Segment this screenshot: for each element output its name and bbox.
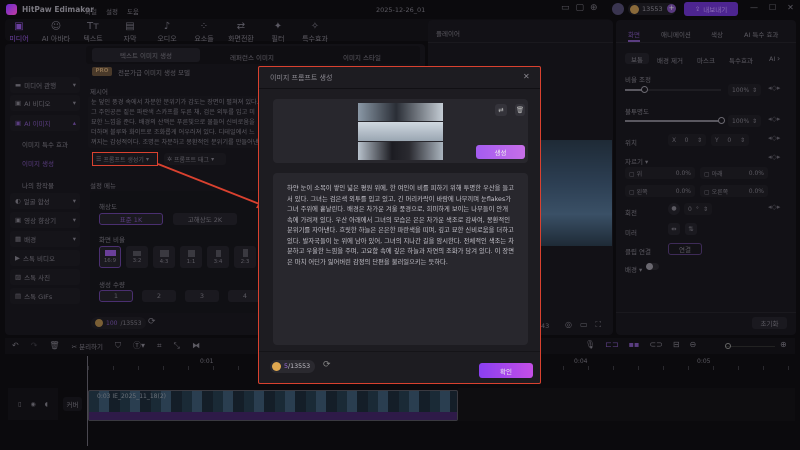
refresh-icon[interactable]: ⟳ [323, 360, 331, 370]
reference-image [358, 103, 443, 160]
credit-usage: 5/13553 [270, 360, 316, 373]
image-prompt-modal: 이미지 프롬프트 생성 ✕ ⇄ 🗑 생성 하얀 눈이 소복이 쌓인 넓은 평원 … [258, 66, 541, 384]
close-icon[interactable]: ✕ [523, 72, 530, 81]
trash-icon[interactable]: 🗑 [515, 104, 525, 116]
swap-icon[interactable]: ⇄ [495, 104, 507, 116]
confirm-button[interactable]: 확인 [479, 363, 533, 378]
prompt-result-textarea[interactable]: 하얀 눈이 소복이 쌓인 넓은 평원 위에, 한 여인이 비를 피하기 위해 투… [273, 173, 528, 345]
coin-icon [272, 362, 281, 371]
generate-button[interactable]: 생성 [476, 145, 525, 159]
modal-title: 이미지 프롬프트 생성 [270, 74, 333, 82]
